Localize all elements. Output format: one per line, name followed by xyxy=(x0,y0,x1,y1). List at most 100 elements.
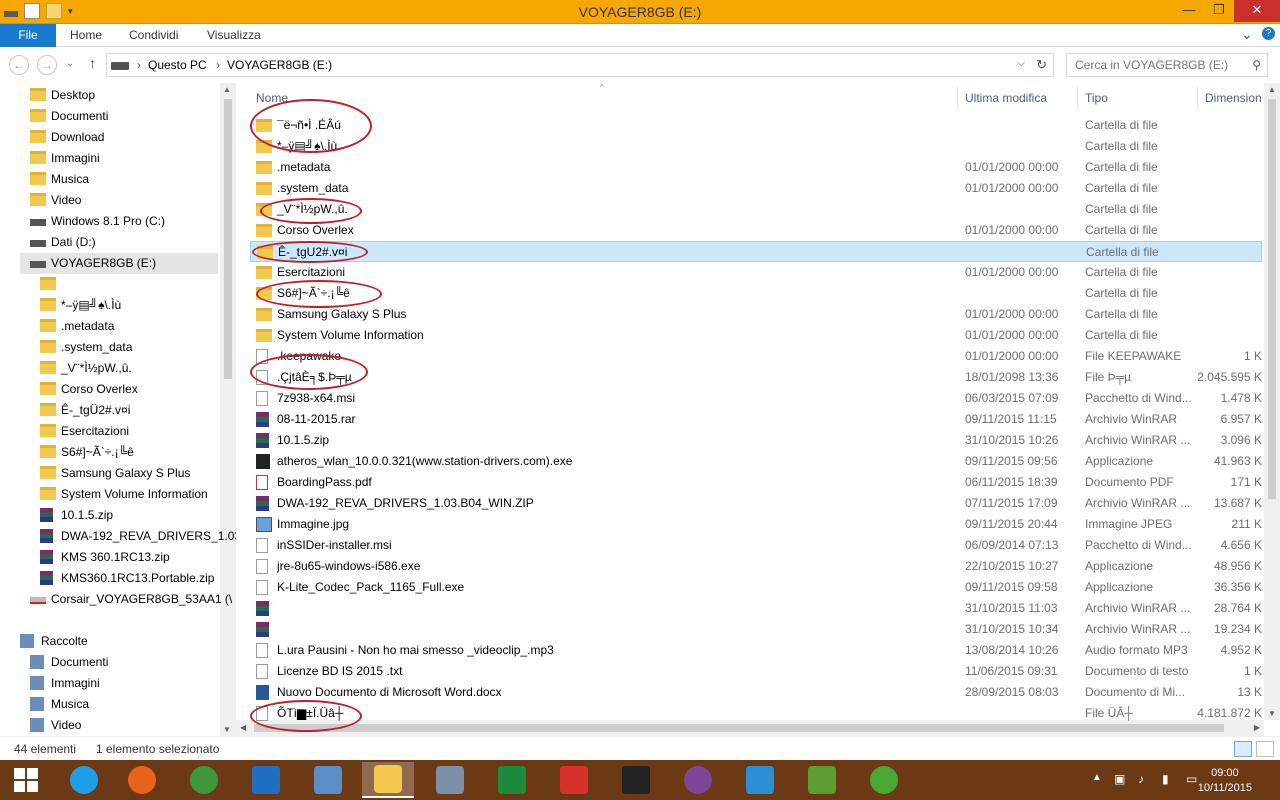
address-bar[interactable]: › Questo PC › VOYAGER8GB (E:) ⌵ ↻ xyxy=(106,53,1054,77)
nav-item[interactable]: System Volume Information xyxy=(40,484,220,505)
column-type[interactable]: Tipo xyxy=(1085,91,1108,105)
file-row[interactable]: Nuovo Documento di Microsoft Word.docx 28… xyxy=(250,682,1262,703)
nav-item[interactable] xyxy=(40,274,220,295)
large-icons-view-button[interactable] xyxy=(1256,741,1274,757)
search-box[interactable]: ⚲ xyxy=(1066,53,1268,77)
scroll-left-icon[interactable]: ◀ xyxy=(240,723,246,732)
nav-item[interactable]: KMS360.1RC13.Portable.zip xyxy=(40,568,220,589)
nav-item[interactable]: VOYAGER8GB (E:) xyxy=(20,253,218,274)
nav-item[interactable]: Immagini xyxy=(30,673,220,694)
tab-file[interactable]: File xyxy=(0,24,56,47)
nav-item[interactable]: *–ÿ▤╝♠\.Ìù xyxy=(40,295,220,316)
file-row[interactable]: inSSIDer-installer.msi 06/09/2014 07:13 Pa… xyxy=(250,535,1262,556)
forward-button[interactable]: → xyxy=(37,55,57,75)
show-hidden-icons[interactable]: ▲ xyxy=(1092,772,1108,788)
file-row[interactable]: System Volume Information 01/01/2000 00:0… xyxy=(250,325,1262,346)
nav-item[interactable]: S6#]~Ã`÷.¡╚ê xyxy=(40,442,220,463)
nav-item[interactable]: Esercitazioni xyxy=(40,421,220,442)
nav-item[interactable]: Windows 8.1 Pro (C:) xyxy=(30,211,220,232)
refresh-icon[interactable]: ↻ xyxy=(1036,57,1047,73)
file-row[interactable]: 08-11-2015.rar 09/11/2015 11:15 Archivio W… xyxy=(250,409,1262,430)
file-row[interactable]: .system_data 01/01/2000 00:00 Cartella di … xyxy=(250,178,1262,199)
file-row[interactable]: 31/10/2015 10:34 Archivio WinRAR ... 19.23… xyxy=(250,619,1262,640)
file-row[interactable]: jre-8u65-windows-i586.exe 22/10/2015 10:2… xyxy=(250,556,1262,577)
tab-share[interactable]: Condividi xyxy=(129,28,178,42)
nav-item[interactable]: Corso Overlex xyxy=(40,379,220,400)
nav-item[interactable]: .system_data xyxy=(40,337,220,358)
taskbar-app[interactable] xyxy=(116,762,168,798)
file-list-vscrollbar[interactable]: ▲ ▼ xyxy=(1264,83,1280,720)
nav-item[interactable]: Documenti xyxy=(30,652,220,673)
taskbar-app[interactable] xyxy=(58,762,110,798)
breadcrumb-voyager[interactable]: VOYAGER8GB (E:) xyxy=(227,58,332,72)
scroll-down-icon[interactable]: ▼ xyxy=(1268,709,1276,718)
taskbar-app[interactable] xyxy=(240,762,292,798)
column-divider[interactable] xyxy=(1197,87,1198,109)
nav-item[interactable]: _V¨*Ì½pW.,û. xyxy=(40,358,220,379)
action-center-icon[interactable]: ▣ xyxy=(1114,772,1130,788)
file-row[interactable]: Ê-_tgU2#.v¤i Cartella di file xyxy=(250,241,1262,262)
maximize-button[interactable]: ❐ xyxy=(1204,0,1234,22)
file-row[interactable]: Licenze BD IS 2015 .txt 11/06/2015 09:31 D… xyxy=(250,661,1262,682)
scroll-right-icon[interactable]: ▶ xyxy=(1254,723,1260,732)
tab-view[interactable]: Visualizza xyxy=(207,28,261,42)
up-button[interactable]: ↑ xyxy=(89,55,96,71)
file-row[interactable]: *–ÿ▤╝♠\.Ìù Cartella di file xyxy=(250,136,1262,157)
file-row[interactable]: Immagine.jpg 09/11/2015 20:44 Immagine JPE… xyxy=(250,514,1262,535)
nav-item[interactable]: Raccolte xyxy=(20,631,220,652)
search-icon[interactable]: ⚲ xyxy=(1252,58,1261,72)
nav-item[interactable]: 10.1.5.zip xyxy=(40,505,220,526)
nav-item[interactable]: Video xyxy=(30,190,220,211)
nav-item[interactable]: Musica xyxy=(30,694,220,715)
nav-item[interactable]: DWA-192_REVA_DRIVERS_1.03 xyxy=(40,526,236,547)
scroll-thumb[interactable] xyxy=(1268,99,1276,499)
taskbar-app[interactable] xyxy=(178,762,230,798)
tab-home[interactable]: Home xyxy=(70,28,102,42)
taskbar-app[interactable] xyxy=(548,762,600,798)
file-row[interactable]: L.ura Pausini - Non ho mai smesso _video… xyxy=(250,640,1262,661)
scroll-down-icon[interactable]: ▼ xyxy=(223,725,231,734)
start-button[interactable] xyxy=(0,762,52,798)
taskbar-app[interactable] xyxy=(362,762,414,798)
file-row[interactable]: 10.1.5.zip 31/10/2015 10:26 Archivio WinRA… xyxy=(250,430,1262,451)
taskbar-app[interactable] xyxy=(734,762,786,798)
taskbar-app[interactable] xyxy=(858,762,910,798)
nav-item[interactable]: Immagini xyxy=(30,148,220,169)
taskbar-app[interactable] xyxy=(610,762,662,798)
column-divider[interactable] xyxy=(957,87,958,109)
file-row[interactable]: Samsung Galaxy S Plus 01/01/2000 00:00 Car… xyxy=(250,304,1262,325)
minimize-button[interactable]: — xyxy=(1174,0,1204,22)
column-size[interactable]: Dimension xyxy=(1205,91,1262,105)
nav-item[interactable]: Desktop xyxy=(30,85,220,106)
recent-locations-button[interactable]: ⌄ xyxy=(66,58,74,69)
volume-icon[interactable]: ♪ xyxy=(1138,772,1154,788)
help-icon[interactable]: ? xyxy=(1262,27,1275,40)
search-input[interactable] xyxy=(1075,55,1245,75)
file-row[interactable]: .ÇjtâÈ╕$.Þ╤µ 18/01/2098 13:36 File Þ╤µ 2.04… xyxy=(250,367,1262,388)
close-button[interactable]: ✕ xyxy=(1234,0,1280,22)
nav-item[interactable]: Ê-_tgÜ2#.v¤i xyxy=(40,400,220,421)
taskbar-app[interactable] xyxy=(796,762,848,798)
chevron-down-icon[interactable]: ⌵ xyxy=(1017,58,1025,69)
taskbar-app[interactable] xyxy=(672,762,724,798)
file-row[interactable]: .keepawake 01/01/2000 00:00 File KEEPAWAKE… xyxy=(250,346,1262,367)
taskbar-app[interactable] xyxy=(424,762,476,798)
nav-item[interactable]: Samsung Galaxy S Plus xyxy=(40,463,220,484)
nav-scrollbar[interactable]: ▲ ▼ xyxy=(220,83,236,736)
file-row[interactable]: .metadata 01/01/2000 00:00 Cartella di fil… xyxy=(250,157,1262,178)
network-tray-icon[interactable]: ▮ xyxy=(1162,772,1178,788)
clock[interactable]: 09:00 10/11/2015 xyxy=(1198,766,1252,796)
scroll-up-icon[interactable]: ▲ xyxy=(1268,85,1276,94)
file-row[interactable]: BoardingPass.pdf 06/11/2015 18:39 Document… xyxy=(250,472,1262,493)
taskbar-app[interactable] xyxy=(486,762,538,798)
scroll-up-icon[interactable]: ▲ xyxy=(223,85,231,94)
nav-item[interactable]: Corsair_VOYAGER8GB_53AA1 (\ xyxy=(30,589,232,610)
nav-item[interactable]: Dati (D:) xyxy=(30,232,220,253)
nav-item[interactable]: Download xyxy=(30,127,220,148)
details-view-button[interactable] xyxy=(1234,741,1252,757)
file-row[interactable]: 7z938-x64.msi 06/03/2015 07:09 Pacchetto d… xyxy=(250,388,1262,409)
expand-ribbon-icon[interactable]: ⌄ xyxy=(1241,26,1253,43)
file-row[interactable]: atheros_wlan_10.0.0.321(www.station-driv… xyxy=(250,451,1262,472)
file-row[interactable]: Corso Overlex 01/01/2000 00:00 Cartella di… xyxy=(250,220,1262,241)
file-row[interactable]: _V¨*Ì½pW.,û. Cartella di file xyxy=(250,199,1262,220)
